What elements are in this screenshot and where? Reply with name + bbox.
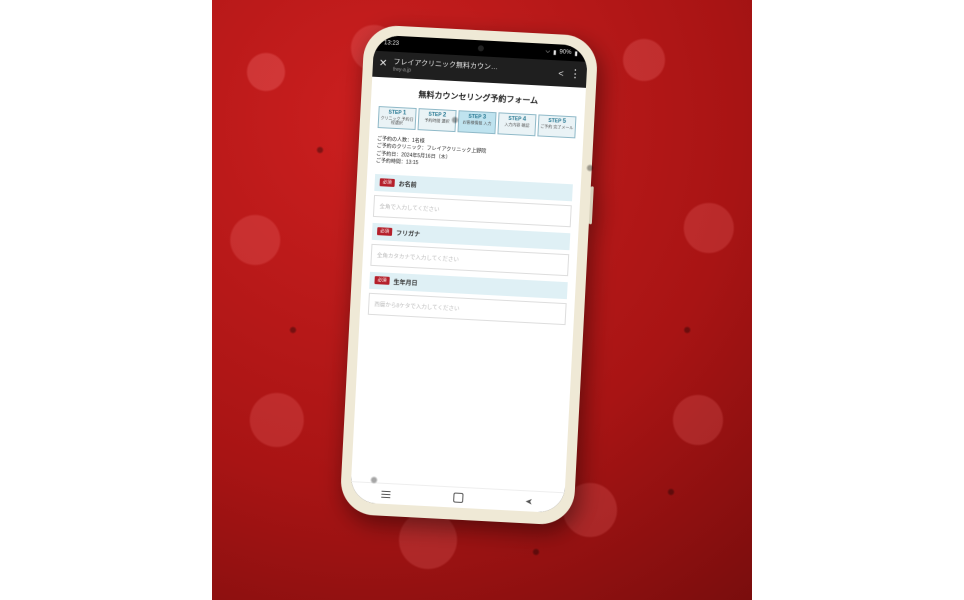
smartphone: 13:23 ⌵ ▮ 90% ▮ ✕ フレイアクリニック無料カウン… frey-a… [339, 24, 598, 526]
nav-home-icon[interactable] [453, 492, 464, 503]
summary-time: ご予約時間：13:15 [376, 158, 574, 176]
summary-clinic: ご予約のクリニック：フレイアクリニック上野院 [376, 143, 574, 161]
field-header-furigana: 必須 フリガナ [372, 223, 571, 250]
step-4-label: 入力内容 確認 [500, 122, 534, 128]
nav-recent-icon[interactable] [381, 490, 390, 497]
step-3: STEP 3 お客様情報 入力 [457, 110, 496, 134]
label-furigana: フリガナ [396, 228, 420, 238]
step-1-label: クリニック 予約日程選択 [380, 116, 414, 127]
browser-toolbar: ✕ フレイアクリニック無料カウン… frey-a.jp < ⋮ [372, 51, 587, 88]
phone-case [339, 24, 598, 526]
browser-title-block[interactable]: フレイアクリニック無料カウン… frey-a.jp [393, 57, 553, 81]
status-time: 13:23 [384, 40, 399, 47]
required-badge: 必須 [374, 276, 389, 285]
step-1: STEP 1 クリニック 予約日程選択 [378, 106, 417, 130]
phone-screen: 13:23 ⌵ ▮ 90% ▮ ✕ フレイアクリニック無料カウン… frey-a… [350, 35, 588, 514]
step-indicator: STEP 1 クリニック 予約日程選択 STEP 2 予約時間 選択 STEP … [378, 106, 577, 138]
required-badge: 必須 [380, 178, 395, 187]
phone-side-button [589, 186, 594, 224]
field-header-dob: 必須 生年月日 [369, 272, 568, 299]
step-4: STEP 4 入力内容 確認 [497, 112, 536, 136]
webpage-inner: 無料カウンセリング予約フォーム STEP 1 クリニック 予約日程選択 STEP… [360, 77, 586, 326]
step-3-label: お客様情報 入力 [460, 120, 494, 126]
summary-date: ご予約日：2024年5月16日（木） [376, 151, 574, 169]
field-header-name: 必須 お名前 [374, 174, 573, 201]
step-2-label: 予約時間 選択 [420, 118, 454, 124]
browser-page-title: フレイアクリニック無料カウン… [393, 57, 553, 75]
battery-icon: ▮ [574, 50, 578, 57]
android-nav-bar: ➤ [350, 481, 565, 513]
battery-percent: 90% [559, 49, 571, 56]
status-right: ⌵ ▮ 90% ▮ [545, 48, 578, 57]
required-badge: 必須 [377, 227, 392, 236]
summary-people: ご予約の人数：1名様 [377, 136, 575, 154]
reservation-summary: ご予約の人数：1名様 ご予約のクリニック：フレイアクリニック上野院 ご予約日：2… [376, 136, 575, 176]
nav-back-icon[interactable]: ➤ [525, 496, 533, 507]
close-icon[interactable]: ✕ [379, 59, 388, 69]
stage: 13:23 ⌵ ▮ 90% ▮ ✕ フレイアクリニック無料カウン… frey-a… [0, 0, 964, 600]
webpage[interactable]: 無料カウンセリング予約フォーム STEP 1 クリニック 予約日程選択 STEP… [351, 77, 586, 493]
background-fabric: 13:23 ⌵ ▮ 90% ▮ ✕ フレイアクリニック無料カウン… frey-a… [212, 0, 752, 600]
more-icon[interactable]: ⋮ [570, 72, 581, 77]
page-title: 無料カウンセリング予約フォーム [379, 87, 577, 108]
wifi-icon: ⌵ [545, 48, 550, 55]
browser-url: frey-a.jp [393, 67, 552, 81]
furigana-input[interactable]: 全角カタカナで入力してください [370, 244, 569, 276]
label-dob: 生年月日 [393, 277, 417, 287]
share-icon[interactable]: < [558, 68, 564, 78]
label-name: お名前 [398, 179, 416, 189]
step-2: STEP 2 予約時間 選択 [418, 108, 457, 132]
step-5: STEP 5 ご予約 完了メール [537, 114, 576, 138]
android-status-bar: 13:23 ⌵ ▮ 90% ▮ [374, 35, 589, 62]
signal-icon: ▮ [553, 49, 557, 56]
step-5-label: ご予約 完了メール [540, 125, 574, 131]
name-input[interactable]: 全角で入力してください [373, 195, 572, 227]
dob-input[interactable]: 西暦から8ケタで入力してください [368, 293, 567, 325]
front-camera [478, 45, 484, 51]
